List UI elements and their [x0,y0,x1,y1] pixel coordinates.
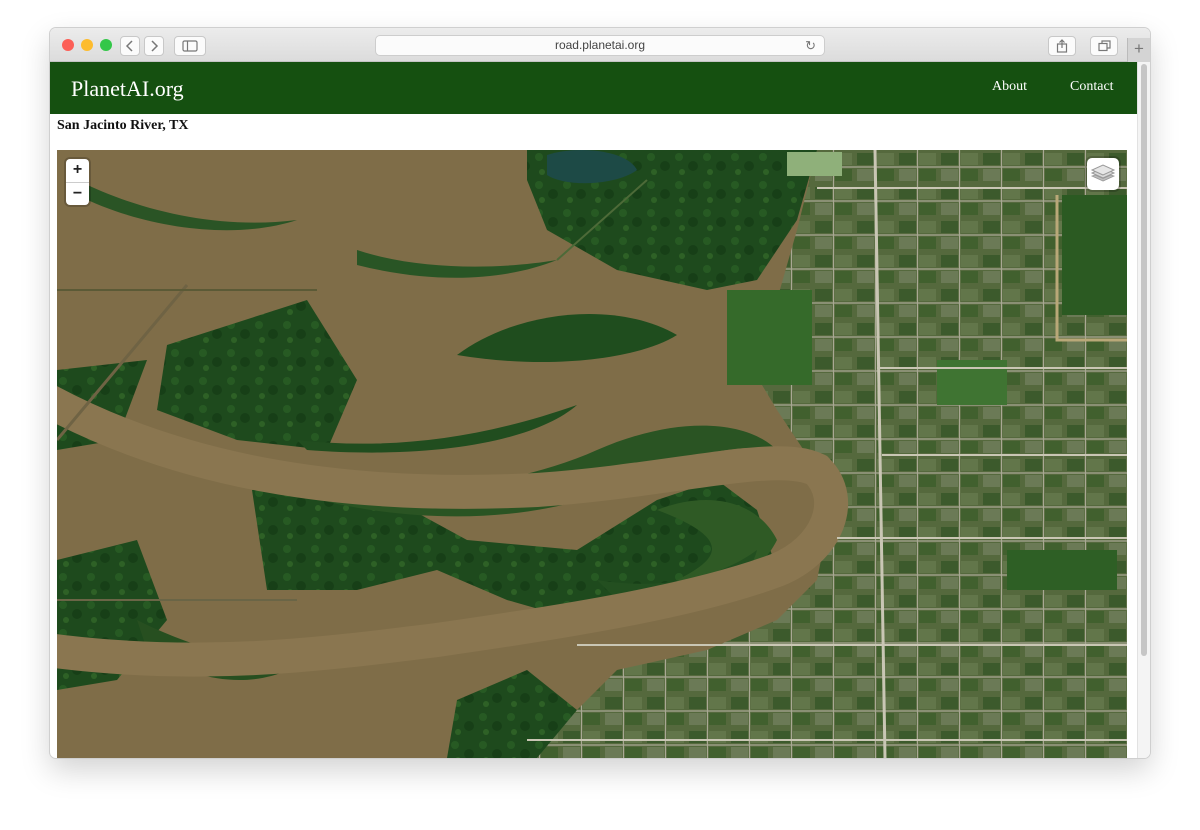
site-navbar: PlanetAI.org About Contact [50,62,1137,114]
share-icon [1056,39,1068,53]
back-button[interactable] [120,36,140,56]
new-tab-button[interactable]: + [1127,38,1150,62]
sidebar-icon [182,40,198,52]
zoom-control: + − [66,159,89,205]
satellite-imagery [57,150,1127,758]
forward-button[interactable] [144,36,164,56]
farm-field [1062,195,1127,315]
zoom-window-button[interactable] [100,39,112,51]
nav-link-contact[interactable]: Contact [1070,79,1114,95]
nav-link-about[interactable]: About [992,79,1027,95]
site-brand[interactable]: PlanetAI.org [71,76,184,102]
url-text: road.planetai.org [554,38,646,52]
page-scrollbar[interactable] [1137,62,1150,758]
farm-field [727,290,812,385]
location-title: San Jacinto River, TX [57,118,189,133]
tabs-icon [1097,40,1111,52]
layer-control-button[interactable] [1087,158,1119,190]
farm-field [1007,550,1117,590]
share-button[interactable] [1048,36,1076,56]
close-window-button[interactable] [62,39,74,51]
satellite-map[interactable]: + − [57,150,1127,758]
minimize-window-button[interactable] [81,39,93,51]
address-bar[interactable]: road.planetai.org ↻ [375,35,825,56]
plus-icon: + [1134,39,1144,58]
browser-window: road.planetai.org ↻ + PlanetAI.org About… [50,28,1150,758]
chevron-right-icon [151,40,159,52]
cleared-lot [787,152,842,176]
scrollbar-thumb[interactable] [1141,64,1147,656]
reload-icon[interactable]: ↻ [805,36,816,55]
zoom-out-button[interactable]: − [66,183,89,206]
zoom-in-button[interactable]: + [66,159,89,183]
sidebar-button[interactable] [174,36,206,56]
chevron-left-icon [125,40,133,52]
tabs-overview-button[interactable] [1090,36,1118,56]
layers-icon [1090,164,1116,182]
farm-field [937,360,1007,405]
browser-toolbar: road.planetai.org ↻ + [50,28,1150,62]
